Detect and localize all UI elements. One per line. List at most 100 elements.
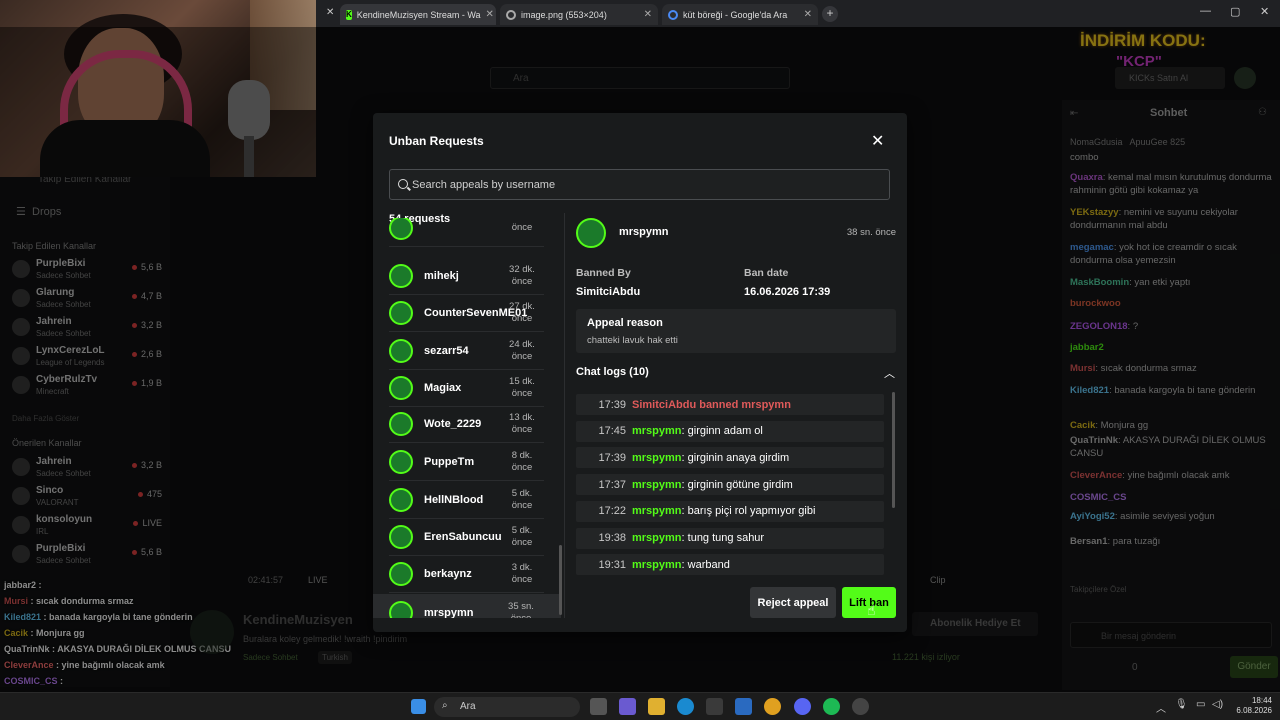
chat-log-row: 17:37 mrspymn: girginin götüne girdim xyxy=(576,474,884,496)
log-time: 17:39 xyxy=(598,398,626,411)
request-username: HellNBlood xyxy=(424,494,484,506)
tab-google[interactable]: küt böreği - Google'da Ara ✕ xyxy=(662,4,818,25)
request-username: ErenSabuncuu xyxy=(424,531,502,543)
file-explorer-icon[interactable] xyxy=(648,698,665,715)
log-time: 17:22 xyxy=(598,505,626,518)
selected-time: 38 sn. önce xyxy=(846,227,896,238)
chat-log-row: 17:22 mrspymn: barış piçi rol yapmıyor gi… xyxy=(576,500,884,522)
windows-start-icon[interactable] xyxy=(411,699,426,714)
chat-log-row: 17:39 SimitciAbdu banned mrspymn xyxy=(576,394,884,415)
close-tab-icon[interactable]: ✕ xyxy=(804,9,812,20)
mouse-cursor-icon: ☝ xyxy=(867,602,876,618)
maximize-icon[interactable]: ▢ xyxy=(1230,5,1240,18)
copilot-icon[interactable] xyxy=(619,698,636,715)
request-row[interactable]: berkaynz 3 dk. önce xyxy=(389,556,544,593)
request-row[interactable]: Wote_2229 13 dk. önce xyxy=(389,406,544,443)
request-time: 15 dk. önce xyxy=(509,376,535,399)
dialog-title: Unban Requests xyxy=(389,134,484,148)
chat-log-row: 17:39 mrspymn: girginin anaya girdim xyxy=(576,447,884,469)
tab-kick-stream[interactable]: K KendineMuzisyen Stream - Wa ✕ xyxy=(340,4,496,25)
mic-icon[interactable]: 🎙 xyxy=(1175,699,1188,710)
search-icon: ⌕ xyxy=(442,700,448,711)
request-row[interactable]: HellNBlood 5 dk. önce xyxy=(389,482,544,519)
appeal-search-input[interactable]: Search appeals by username xyxy=(389,169,890,200)
request-row[interactable]: CounterSevenME01 27 dk. önce xyxy=(389,295,544,332)
log-message: : girginin anaya girdim xyxy=(681,451,790,464)
close-window-icon[interactable]: ✕ xyxy=(1260,5,1269,18)
edge-icon[interactable] xyxy=(677,698,694,715)
clock-time: 18:44 xyxy=(1251,696,1272,705)
new-tab-button[interactable]: + xyxy=(822,6,838,22)
request-avatar xyxy=(389,218,413,240)
chat-logs-scrollbar[interactable] xyxy=(892,392,895,508)
tab-title: KendineMuzisyen Stream - Wa xyxy=(356,9,481,20)
request-row[interactable]: mihekj 32 dk. önce xyxy=(389,258,544,295)
request-time: 8 dk. önce xyxy=(511,450,533,473)
close-tab-icon[interactable]: ✕ xyxy=(644,9,652,20)
request-username: Wote_2229 xyxy=(424,418,482,430)
ban-date-value: 16.06.2026 17:39 xyxy=(744,286,831,298)
request-username: mrspymn xyxy=(424,606,474,619)
discord-icon[interactable] xyxy=(794,698,811,715)
taskbar-search[interactable]: ⌕ Ara xyxy=(434,697,580,717)
appeal-reason-text: chatteki lavuk hak etti xyxy=(587,335,678,346)
request-row[interactable]: sezarr54 24 dk. önce xyxy=(389,333,544,370)
globe-icon xyxy=(506,9,516,20)
log-user: SimitciAbdu banned mrspymn xyxy=(632,398,791,411)
log-user: mrspymn xyxy=(632,532,682,544)
request-time: önce xyxy=(511,222,533,233)
taskbar: ⌕ Ara ︿ 🎙 ▭ ◁) 18:44 6.08.2026 xyxy=(0,692,1280,720)
network-icon[interactable]: ▭ xyxy=(1196,699,1205,710)
request-row[interactable]: ErenSabuncuu 5 dk. önce xyxy=(389,519,544,556)
request-row[interactable]: mrspymn 35 sn. önce xyxy=(373,594,561,618)
log-message: : barış piçi rol yapmıyor gibi xyxy=(681,505,816,518)
request-time: 24 dk. önce xyxy=(509,339,535,362)
spotify-icon[interactable] xyxy=(823,698,840,715)
close-icon[interactable]: ✕ xyxy=(326,7,334,18)
request-avatar xyxy=(389,488,413,512)
chevron-up-icon[interactable]: ︿ xyxy=(884,365,895,381)
mail-icon[interactable] xyxy=(735,698,752,715)
request-username: sezarr54 xyxy=(424,345,469,357)
store-icon[interactable] xyxy=(706,698,723,715)
banned-by-value: SimitciAbdu xyxy=(576,286,641,298)
log-time: 17:39 xyxy=(598,451,626,464)
request-row[interactable]: önce xyxy=(389,218,544,247)
chat-logs-toggle[interactable]: Chat logs (10) xyxy=(576,366,649,378)
log-user: mrspymn xyxy=(632,451,682,464)
unban-requests-dialog: Unban Requests ✕ Search appeals by usern… xyxy=(373,113,907,632)
request-avatar xyxy=(389,264,413,288)
google-icon xyxy=(668,9,678,20)
request-avatar xyxy=(389,301,413,325)
chrome-icon[interactable] xyxy=(764,698,781,715)
request-avatar xyxy=(389,600,413,618)
obs-icon[interactable] xyxy=(852,698,869,715)
tab-image[interactable]: image.png (553×204) ✕ xyxy=(500,4,658,25)
log-user: mrspymn xyxy=(632,478,682,491)
chat-log-row: 17:45 mrspymn: girginn adam ol xyxy=(576,420,884,442)
chat-log-row: 19:38 mrspymn: tung tung sahur xyxy=(576,527,884,549)
request-row[interactable]: PuppeTm 8 dk. önce xyxy=(389,444,544,481)
request-avatar xyxy=(389,525,413,549)
request-list: önce mihekj 32 dk. önce CounterSevenME01 27 … xyxy=(373,218,563,618)
request-avatar xyxy=(389,562,413,586)
clock[interactable]: 18:44 6.08.2026 xyxy=(1232,696,1272,716)
volume-icon[interactable]: ◁) xyxy=(1212,699,1223,710)
tray-chevron-icon[interactable]: ︿ xyxy=(1156,700,1166,715)
taskbar-search-label: Ara xyxy=(460,701,476,712)
request-list-scrollbar[interactable] xyxy=(559,545,562,615)
reject-appeal-button[interactable]: Reject appeal xyxy=(750,587,836,618)
request-username: PuppeTm xyxy=(424,456,475,468)
close-dialog-button[interactable]: ✕ xyxy=(871,131,884,151)
close-tab-icon[interactable]: ✕ xyxy=(486,9,494,20)
request-row[interactable]: Magiax 15 dk. önce xyxy=(389,370,544,407)
log-user: mrspymn xyxy=(632,558,682,571)
appeal-reason-label: Appeal reason xyxy=(587,317,663,329)
minimize-icon[interactable]: — xyxy=(1200,5,1211,17)
selected-avatar xyxy=(576,218,606,248)
log-time: 19:38 xyxy=(598,532,626,544)
task-view-icon[interactable] xyxy=(590,698,607,715)
log-message: : tung tung sahur xyxy=(681,532,765,544)
request-time: 13 dk. önce xyxy=(509,412,535,435)
request-avatar xyxy=(389,412,413,436)
